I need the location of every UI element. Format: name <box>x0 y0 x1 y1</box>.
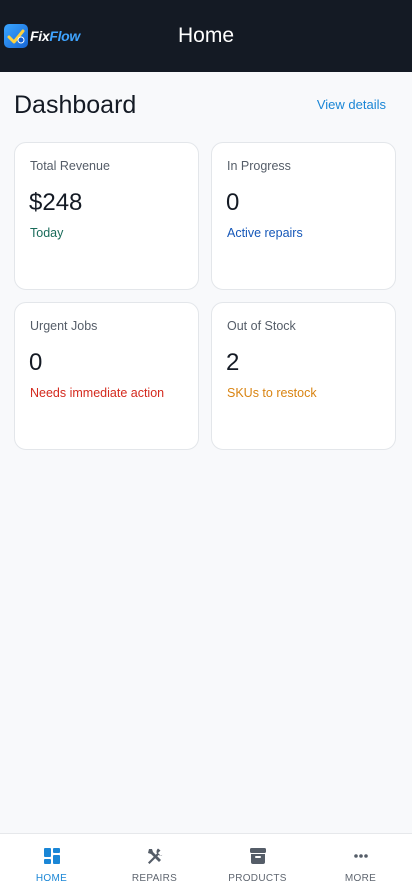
nav-label-repairs: REPAIRS <box>131 873 178 884</box>
view-details-link[interactable]: View details <box>317 97 386 112</box>
tools-icon <box>147 848 163 864</box>
nav-item-products[interactable]: PRODUCTS <box>206 834 309 896</box>
card-out-of-stock[interactable]: Out of Stock 2 SKUs to restock <box>211 302 396 450</box>
more-dots-icon <box>353 854 368 858</box>
page-title: Home <box>177 24 235 47</box>
dashboard-heading: Dashboard <box>14 91 137 119</box>
nav-label-more: MORE <box>344 873 377 884</box>
card-label: Out of Stock <box>227 319 296 333</box>
archive-box-icon <box>249 848 266 864</box>
dashboard-icon <box>43 848 60 864</box>
card-subtitle: Active repairs <box>227 226 303 240</box>
bottom-navigation: HOME REPAIRS PRODUCTS MORE <box>0 833 412 896</box>
card-value: 2 <box>226 349 240 376</box>
card-label: Urgent Jobs <box>30 319 98 333</box>
card-total-revenue[interactable]: Total Revenue $248 Today <box>14 142 199 290</box>
card-subtitle: Today <box>30 226 64 240</box>
card-label: In Progress <box>227 159 291 173</box>
card-subtitle: SKUs to restock <box>227 386 317 400</box>
card-subtitle: Needs immediate action <box>30 386 165 400</box>
card-value: $248 <box>29 189 83 216</box>
card-value: 0 <box>226 189 240 216</box>
nav-item-home[interactable]: HOME <box>0 834 103 896</box>
card-label: Total Revenue <box>30 159 110 173</box>
nav-item-more[interactable]: MORE <box>309 834 412 896</box>
nav-label-home: HOME <box>35 873 68 884</box>
top-app-bar: FixFlow Home <box>0 0 412 72</box>
nav-label-products: PRODUCTS <box>228 873 287 884</box>
nav-item-repairs[interactable]: REPAIRS <box>103 834 206 896</box>
card-urgent-jobs[interactable]: Urgent Jobs 0 Needs immediate action <box>14 302 199 450</box>
card-value: 0 <box>29 349 43 376</box>
app-root: FixFlow Home Dashboard View details Tota… <box>0 0 412 896</box>
card-in-progress[interactable]: In Progress 0 Active repairs <box>211 142 396 290</box>
